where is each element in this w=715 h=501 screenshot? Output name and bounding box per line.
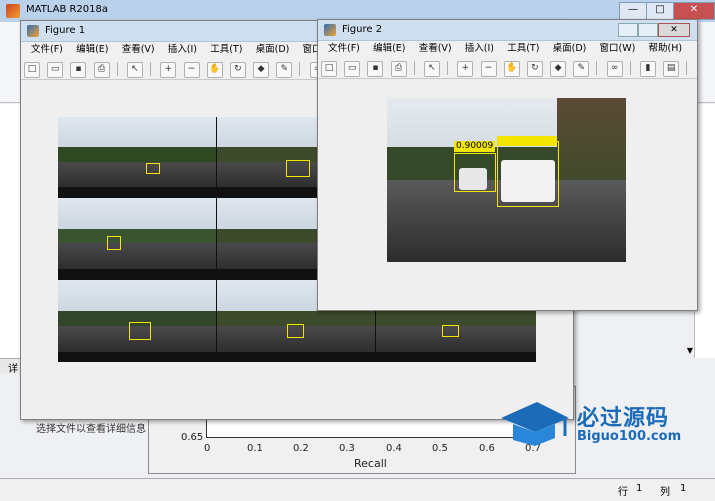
pan-icon[interactable]: ✋ — [503, 61, 520, 77]
save-icon[interactable]: ▪ — [367, 61, 384, 77]
menu-insert[interactable]: 插入(I) — [465, 41, 494, 57]
menu-file[interactable]: 文件(F) — [328, 41, 360, 57]
detection-box — [454, 153, 496, 192]
logo-main-text: 必过源码 — [577, 406, 670, 431]
figure-2-menubar: 文件(F) 编辑(E) 查看(V) 插入(I) 工具(T) 桌面(D) 窗口(W… — [318, 41, 697, 57]
figure-2-close-button[interactable]: ✕ — [658, 23, 690, 37]
menu-desktop[interactable]: 桌面(D) — [256, 42, 290, 58]
menu-edit[interactable]: 编辑(E) — [373, 41, 405, 57]
pointer-icon[interactable]: ↖ — [126, 62, 143, 78]
rotate-icon[interactable]: ↻ — [526, 61, 543, 77]
menu-help[interactable]: 帮助(H) — [649, 41, 683, 57]
status-bar: 行 1 列 1 — [0, 478, 715, 501]
matlab-title: MATLAB R2018a — [26, 4, 109, 15]
menu-desktop[interactable]: 桌面(D) — [553, 41, 587, 57]
detection-box — [107, 236, 121, 250]
x-tick-label: 0.1 — [247, 443, 263, 454]
x-tick-label: 0.3 — [339, 443, 355, 454]
close-button[interactable]: ✕ — [673, 2, 715, 20]
figure-1-title: Figure 1 — [45, 25, 86, 36]
figure-2-title: Figure 2 — [342, 24, 383, 35]
colorbar-icon[interactable]: ▮ — [640, 61, 656, 77]
row-label: 行 — [618, 487, 628, 498]
link-icon[interactable]: ∞ — [606, 61, 623, 77]
montage-tile — [58, 198, 216, 279]
pan-icon[interactable]: ✋ — [206, 62, 223, 78]
x-axis-label: Recall — [354, 457, 387, 470]
figure-2-maximize-button[interactable] — [638, 23, 658, 37]
menu-tools[interactable]: 工具(T) — [210, 42, 242, 58]
watermark-logo: 必过源码 Biguo100.com — [497, 398, 697, 454]
graduation-cap-icon — [501, 402, 569, 446]
pointer-icon[interactable]: ↖ — [423, 61, 440, 77]
scroll-down-icon[interactable]: ▼ — [684, 346, 696, 356]
y-tick-label: 0.65 — [181, 432, 204, 443]
menu-view[interactable]: 查看(V) — [419, 41, 452, 57]
datatip-icon[interactable]: ◆ — [253, 62, 270, 78]
matlab-logo-icon — [6, 4, 20, 18]
col-label: 列 — [660, 487, 670, 498]
zoom-in-icon[interactable]: + — [160, 62, 177, 78]
print-icon[interactable]: ⎙ — [390, 61, 407, 77]
row-value: 1 — [636, 483, 643, 494]
new-icon[interactable]: □ — [321, 61, 337, 77]
zoom-out-icon[interactable]: − — [183, 62, 200, 78]
open-icon[interactable]: ▭ — [344, 61, 361, 77]
figure-2-canvas: 0.90009 — [318, 79, 697, 310]
x-tick-label: 0.4 — [386, 443, 402, 454]
detection-box — [129, 322, 151, 340]
detection-box — [287, 324, 304, 338]
figure-2-window: Figure 2 ✕ 文件(F) 编辑(E) 查看(V) 插入(I) 工具(T)… — [317, 19, 698, 311]
detection-box — [497, 141, 559, 207]
menu-tools[interactable]: 工具(T) — [507, 41, 539, 57]
zoom-in-icon[interactable]: + — [457, 61, 474, 77]
detection-score-label: 0.90009 — [454, 141, 496, 152]
print-icon[interactable]: ⎙ — [93, 62, 110, 78]
detail-label: 详 — [8, 364, 18, 375]
menu-view[interactable]: 查看(V) — [122, 42, 155, 58]
montage-tile — [58, 117, 216, 197]
figure-2-toolbar: □ ▭ ▪ ⎙ ↖ + − ✋ ↻ ◆ ✎ ∞ ▮ ▤ ▫ ▭ — [318, 58, 697, 96]
detection-box — [146, 163, 160, 174]
menu-edit[interactable]: 编辑(E) — [76, 42, 108, 58]
rotate-icon[interactable]: ↻ — [229, 62, 246, 78]
montage-tile — [58, 280, 216, 362]
brush-icon[interactable]: ✎ — [573, 61, 590, 77]
x-tick-label: 0.2 — [293, 443, 309, 454]
detection-image: 0.90009 — [387, 98, 626, 262]
figure-2-titlebar[interactable]: Figure 2 ✕ — [318, 20, 697, 41]
menu-insert[interactable]: 插入(I) — [168, 42, 197, 58]
menu-file[interactable]: 文件(F) — [31, 42, 63, 58]
detection-box — [442, 325, 459, 337]
detection-label-bar — [497, 136, 557, 146]
figure-icon — [27, 25, 39, 37]
detection-box — [286, 160, 310, 177]
roadside-hill — [557, 98, 626, 188]
logo-sub-text: Biguo100.com — [577, 429, 682, 444]
menu-window[interactable]: 窗口(W) — [600, 41, 636, 57]
save-icon[interactable]: ▪ — [70, 62, 87, 78]
x-tick-label: 0.6 — [479, 443, 495, 454]
brush-icon[interactable]: ✎ — [276, 62, 293, 78]
figure-2-minimize-button[interactable] — [618, 23, 638, 37]
x-tick-label: 0.5 — [432, 443, 448, 454]
new-icon[interactable]: □ — [24, 62, 40, 78]
figure-icon — [324, 24, 336, 36]
datatip-icon[interactable]: ◆ — [550, 61, 567, 77]
col-value: 1 — [680, 483, 687, 494]
minimize-button[interactable]: — — [619, 2, 647, 20]
legend-icon[interactable]: ▤ — [663, 61, 680, 77]
zoom-out-icon[interactable]: − — [480, 61, 497, 77]
x-tick-label: 0 — [204, 443, 211, 454]
maximize-button[interactable]: □ — [646, 2, 674, 20]
detail-hint-text: 选择文件以查看详细信息 — [36, 424, 146, 435]
open-icon[interactable]: ▭ — [47, 62, 64, 78]
